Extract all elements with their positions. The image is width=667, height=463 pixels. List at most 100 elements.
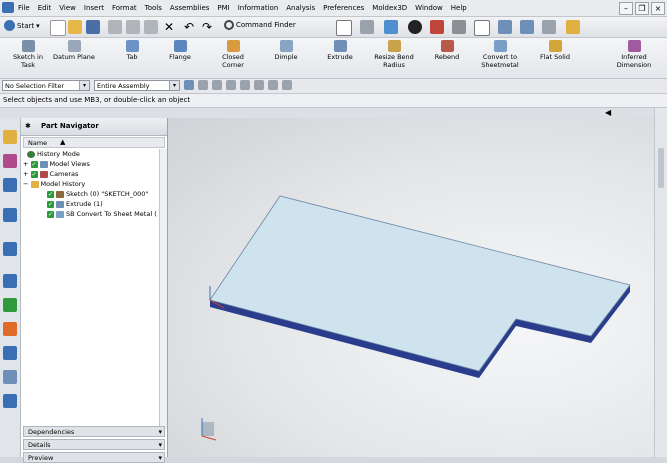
cut-icon[interactable] (108, 20, 122, 34)
menu-edit[interactable]: Edit (38, 4, 52, 12)
intersection-icon[interactable] (254, 80, 264, 90)
system-materials-tab[interactable] (3, 298, 17, 312)
part-navigator-tab[interactable] (3, 178, 17, 192)
resize-bend-radius-button[interactable]: Resize Bend Radius (366, 40, 422, 69)
endpoint-icon[interactable] (226, 80, 236, 90)
selection-filter-select[interactable]: No Selection Filter ▾ (2, 80, 90, 91)
menu-analysis[interactable]: Analysis (286, 4, 315, 12)
preview-panel[interactable]: Preview ▾ (23, 452, 165, 463)
menu-help[interactable]: Help (451, 4, 467, 12)
menu-view[interactable]: View (59, 4, 76, 12)
visibility-checkbox[interactable]: ✓ (30, 170, 38, 178)
redo-icon[interactable]: ↷ (200, 20, 214, 34)
closed-corner-button[interactable]: Closed Corner (205, 40, 261, 69)
visibility-checkbox[interactable]: ✓ (30, 160, 38, 168)
tree-row-cameras[interactable]: + ✓ Cameras (23, 169, 78, 179)
tree-row-sketch[interactable]: ✓ Sketch (0) "SKETCH_000" (47, 189, 148, 199)
convert-to-sheetmetal-button[interactable]: Convert to Sheetmetal (472, 40, 528, 69)
inferred-dimension-button[interactable]: Inferred Dimension (606, 40, 662, 69)
paste-icon[interactable] (144, 20, 158, 34)
process-studio-tab[interactable] (3, 322, 17, 336)
graphics-vertical-scrollbar[interactable] (654, 108, 667, 457)
snap-point-icon[interactable] (212, 80, 222, 90)
dimple-button[interactable]: Dimple (258, 40, 314, 61)
flange-icon (173, 40, 187, 52)
visibility-checkbox[interactable]: ✓ (47, 190, 54, 198)
start-button[interactable]: Start ▾ (4, 20, 40, 31)
new-file-icon[interactable] (50, 20, 66, 36)
graphics-window[interactable] (168, 118, 667, 457)
datum-plane-button[interactable]: Datum Plane (46, 40, 102, 61)
pin-icon[interactable]: ✱ (25, 122, 33, 130)
visibility-checkbox[interactable]: ✓ (47, 200, 54, 208)
name-column-header[interactable]: Name ▲ (23, 137, 165, 148)
web-browser-tab[interactable] (3, 242, 17, 256)
part-top-face[interactable] (209, 195, 631, 372)
chevron-down-icon: ▾ (158, 454, 162, 462)
scroll-left-icon[interactable]: ◀ (605, 109, 611, 117)
tree-row-history-mode[interactable]: History Mode (27, 149, 80, 159)
minimize-button[interactable]: – (619, 2, 633, 15)
system-scenes-tab[interactable] (3, 370, 17, 384)
details-panel[interactable]: Details ▾ (23, 439, 165, 450)
wcs-icon[interactable] (474, 20, 490, 36)
dependencies-panel[interactable]: Dependencies ▾ (23, 426, 165, 437)
layer-icon[interactable] (452, 20, 466, 34)
command-finder-button[interactable]: Command Finder (224, 20, 296, 30)
assembly-navigator-tab[interactable] (3, 130, 17, 144)
camera-icon[interactable] (408, 20, 422, 34)
flange-button[interactable]: Flange (152, 40, 208, 61)
select-all-icon[interactable] (198, 80, 208, 90)
menu-assemblies[interactable]: Assemblies (170, 4, 210, 12)
color-icon[interactable] (430, 20, 444, 34)
save-icon[interactable] (86, 20, 100, 34)
tree-row-model-history[interactable]: − Model History (23, 179, 85, 189)
snap-icon[interactable] (498, 20, 512, 34)
restore-button[interactable]: ❐ (635, 2, 649, 15)
analysis-icon[interactable] (520, 20, 534, 34)
delete-icon[interactable]: ✕ (162, 20, 176, 34)
reuse-library-tab[interactable] (3, 208, 17, 222)
scrollbar-thumb[interactable] (658, 148, 664, 188)
visibility-checkbox[interactable]: ✓ (47, 210, 54, 218)
menu-moldex3d[interactable]: Moldex3D (372, 4, 407, 12)
copy-icon[interactable] (126, 20, 140, 34)
render-style-icon[interactable] (360, 20, 374, 34)
sort-up-icon: ▲ (60, 138, 66, 146)
menu-tools[interactable]: Tools (145, 4, 162, 12)
button-label: Task (20, 61, 36, 69)
navigator-scrollbar[interactable] (159, 149, 167, 429)
manufacturing-wizards-tab[interactable] (3, 394, 17, 408)
close-button[interactable]: × (651, 2, 665, 15)
collapse-icon[interactable]: − (23, 180, 28, 188)
tree-row-extrude[interactable]: ✓ Extrude (1) (47, 199, 103, 209)
quadrant-icon[interactable] (282, 80, 292, 90)
flat-solid-button[interactable]: Flat Solid (527, 40, 583, 61)
menu-insert[interactable]: Insert (84, 4, 104, 12)
midpoint-icon[interactable] (240, 80, 250, 90)
open-folder-icon[interactable] (68, 20, 82, 34)
view-orient-icon[interactable] (336, 20, 352, 36)
center-icon[interactable] (268, 80, 278, 90)
roles-tab[interactable] (3, 346, 17, 360)
expand-icon[interactable]: + (23, 160, 28, 168)
menu-pmi[interactable]: PMI (217, 4, 229, 12)
filter-icon[interactable] (184, 80, 194, 90)
lightbulb-icon[interactable] (566, 20, 580, 34)
menu-information[interactable]: Information (238, 4, 279, 12)
menu-preferences[interactable]: Preferences (323, 4, 364, 12)
shaded-cube-icon[interactable] (384, 20, 398, 34)
menu-window[interactable]: Window (415, 4, 443, 12)
menu-format[interactable]: Format (112, 4, 137, 12)
undo-icon[interactable]: ↶ (182, 20, 196, 34)
extrude-button[interactable]: Extrude (312, 40, 368, 61)
history-tab[interactable] (3, 274, 17, 288)
rebend-button[interactable]: Rebend (419, 40, 475, 61)
measure-icon[interactable] (542, 20, 556, 34)
tree-row-convert-sheet-metal[interactable]: ✓ SB Convert To Sheet Metal ( (47, 209, 157, 219)
tree-row-model-views[interactable]: + ✓ Model Views (23, 159, 90, 169)
expand-icon[interactable]: + (23, 170, 28, 178)
selection-scope-select[interactable]: Entire Assembly ▾ (94, 80, 180, 91)
menu-file[interactable]: File (18, 4, 30, 12)
constraint-navigator-tab[interactable] (3, 154, 17, 168)
